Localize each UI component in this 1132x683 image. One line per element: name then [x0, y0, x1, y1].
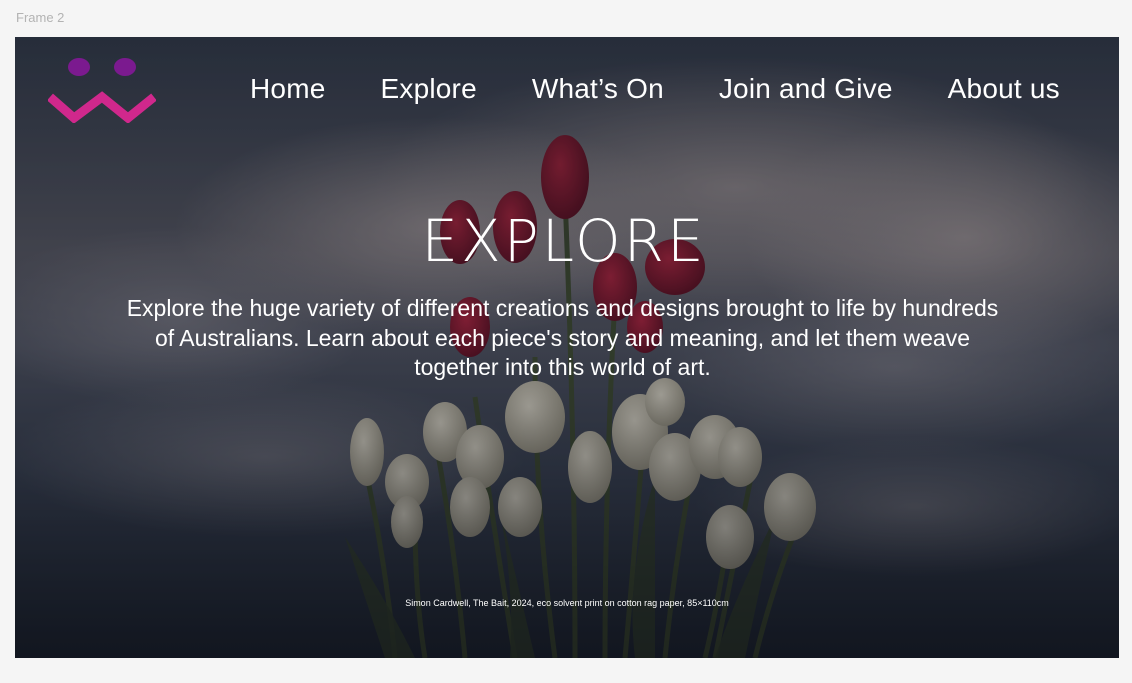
main-nav: Home Explore What’s On Join and Give Abo…	[250, 73, 1060, 105]
nav-item-join-and-give[interactable]: Join and Give	[719, 73, 893, 105]
page-frame: Home Explore What’s On Join and Give Abo…	[15, 37, 1119, 658]
hero-description: Explore the huge variety of different cr…	[126, 295, 999, 380]
nav-item-home[interactable]: Home	[250, 73, 326, 105]
logo-zigzag-mouth	[48, 91, 156, 123]
frame-label: Frame 2	[16, 10, 65, 25]
logo-left-eye	[68, 58, 90, 76]
smiley-zigzag-logo-icon[interactable]	[48, 57, 156, 123]
nav-item-whats-on[interactable]: What’s On	[532, 73, 664, 105]
nav-item-explore[interactable]: Explore	[381, 73, 477, 105]
logo-right-eye	[114, 58, 136, 76]
hero-title: EXPLORE	[421, 207, 707, 275]
nav-item-about-us[interactable]: About us	[948, 73, 1060, 105]
artwork-caption: Simon Cardwell, The Bait, 2024, eco solv…	[405, 598, 729, 608]
